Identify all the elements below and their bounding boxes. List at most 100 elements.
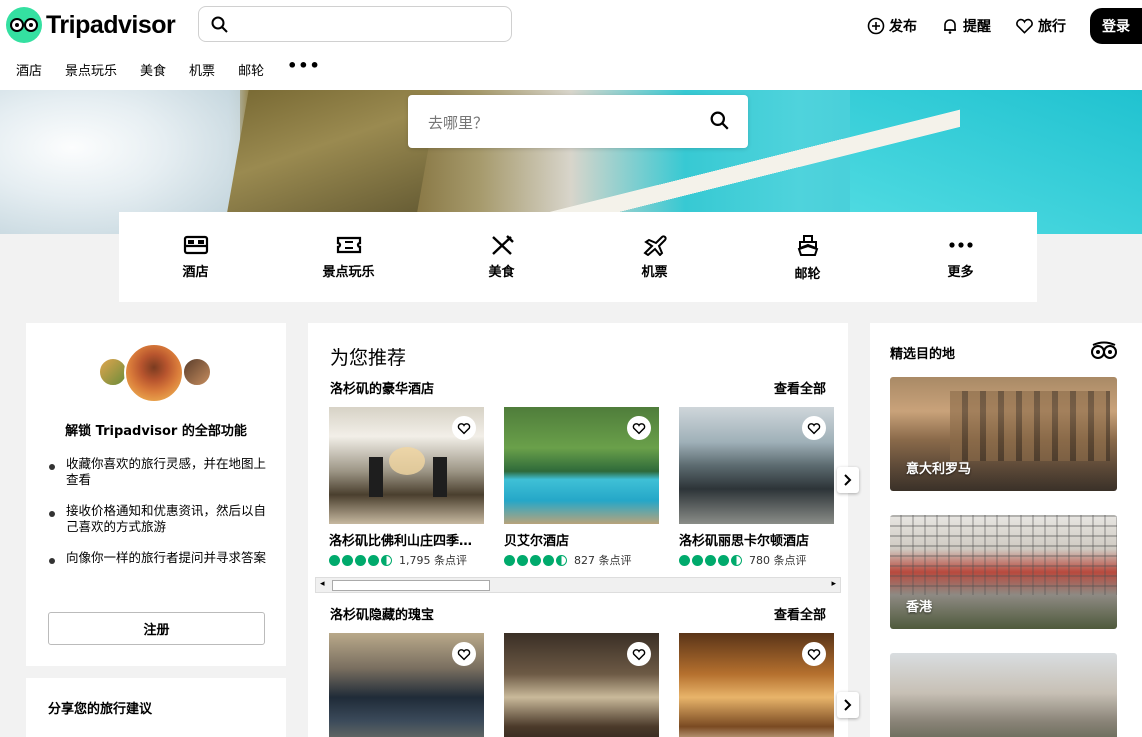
category-bar: 酒店 景点玩乐 美食 机票 邮轮 更多: [119, 212, 1037, 302]
destination-tile-rome[interactable]: 意大利罗马: [890, 377, 1117, 491]
post-label: 发布: [889, 19, 917, 35]
scroll-left-arrow[interactable]: ◂: [320, 579, 325, 589]
attraction-photo: [329, 633, 484, 737]
destination-tile-hongkong[interactable]: 香港: [890, 515, 1117, 629]
plus-circle-icon: [867, 17, 885, 35]
sub-navigation: 酒店 景点玩乐 美食 机票 邮轮 •••: [16, 56, 344, 79]
save-heart-button[interactable]: [802, 416, 826, 440]
category-flights[interactable]: 机票: [578, 212, 731, 302]
rating-bubbles: [679, 554, 744, 566]
hotel-name: 贝艾尔酒店: [504, 534, 570, 549]
subnav-attractions[interactable]: 景点玩乐: [65, 60, 117, 79]
chevron-right-icon: [844, 474, 852, 486]
unlock-title: 解锁 Tripadvisor 的全部功能: [65, 424, 247, 439]
bed-icon: [183, 235, 208, 255]
hotel-tile[interactable]: 洛杉矶丽思卡尔顿酒店 780 条点评: [679, 407, 834, 568]
traveler-avatars: [98, 343, 218, 403]
hotel-photo: [329, 407, 484, 524]
attraction-tile[interactable]: [504, 633, 659, 737]
tripadvisor-logo[interactable]: Tripadvisor: [6, 7, 176, 43]
owl-logo-icon: [6, 7, 42, 43]
hotel-photo: [679, 407, 834, 524]
see-all-link[interactable]: 查看全部: [774, 378, 826, 397]
fork-knife-icon: [491, 235, 514, 255]
hotel-tile[interactable]: 贝艾尔酒店 827 条点评: [504, 407, 659, 568]
recommendations-title: 为您推荐: [330, 347, 407, 369]
section-header: 洛杉矶的豪华酒店 查看全部: [330, 378, 826, 397]
subnav-more-icon[interactable]: •••: [287, 56, 321, 79]
scrollbar-thumb[interactable]: [332, 580, 490, 591]
review-count: 827 条点评: [574, 554, 632, 567]
share-title: 分享您的旅行建议: [48, 702, 153, 717]
alerts-label: 提醒: [963, 19, 991, 35]
subnav-flights[interactable]: 机票: [189, 60, 215, 79]
category-label: 邮轮: [794, 267, 821, 282]
feature-list: 收藏你喜欢的旅行灵感，并在地图上查看 接收价格通知和优惠资讯，然后以自己喜欢的方…: [48, 456, 268, 581]
feature-item: 收藏你喜欢的旅行灵感，并在地图上查看: [48, 456, 268, 488]
owl-icon: [1091, 341, 1117, 359]
category-cruises[interactable]: 邮轮: [731, 212, 884, 302]
heart-icon: [1016, 18, 1033, 34]
hotel-tile[interactable]: 洛杉矶比佛利山庄四季… 1,795 条点评: [329, 407, 484, 568]
feature-item: 向像你一样的旅行者提问并寻求答案: [48, 550, 268, 566]
signup-button[interactable]: 注册: [48, 612, 265, 645]
save-heart-button[interactable]: [452, 416, 476, 440]
attraction-tile[interactable]: [329, 633, 484, 737]
category-hotels[interactable]: 酒店: [119, 212, 272, 302]
save-heart-button[interactable]: [627, 416, 651, 440]
heart-icon: [807, 422, 821, 434]
rating-row: 827 条点评: [504, 552, 659, 568]
category-attractions[interactable]: 景点玩乐: [272, 212, 425, 302]
subnav-restaurants[interactable]: 美食: [140, 60, 166, 79]
save-heart-button[interactable]: [627, 642, 651, 666]
featured-destinations-card: 精选目的地 意大利罗马 香港: [870, 323, 1142, 737]
heart-icon: [807, 648, 821, 660]
alerts-button[interactable]: 提醒: [941, 16, 991, 36]
post-button[interactable]: 发布: [867, 16, 917, 36]
recommendations-card: 为您推荐 洛杉矶的豪华酒店 查看全部 洛杉矶比佛利山庄四季… 1,795 条点评…: [308, 323, 859, 737]
share-tips-card[interactable]: 分享您的旅行建议: [26, 678, 286, 737]
hotel-name: 洛杉矶丽思卡尔顿酒店: [679, 534, 810, 549]
top-header: Tripadvisor 发布 提醒 旅行 登录 酒店 景点玩乐 美食 机票 邮轮…: [0, 0, 1142, 90]
trips-button[interactable]: 旅行: [1015, 16, 1066, 36]
destination-tile[interactable]: [890, 653, 1117, 737]
heart-icon: [632, 648, 646, 660]
avatar: [182, 357, 212, 387]
save-heart-button[interactable]: [452, 642, 476, 666]
category-label: 景点玩乐: [322, 265, 375, 280]
destinations-title: 精选目的地: [890, 347, 956, 362]
destination-label: 香港: [906, 600, 933, 615]
attraction-tile[interactable]: [679, 633, 834, 737]
top-search-input[interactable]: [198, 6, 512, 42]
category-more[interactable]: 更多: [884, 212, 1037, 302]
subnav-hotels[interactable]: 酒店: [16, 60, 42, 79]
section-heading: 洛杉矶隐藏的瑰宝: [330, 608, 435, 623]
unlock-features-card: 解锁 Tripadvisor 的全部功能 收藏你喜欢的旅行灵感，并在地图上查看 …: [26, 323, 286, 666]
more-dots-icon: [948, 242, 973, 248]
category-restaurants[interactable]: 美食: [425, 212, 578, 302]
subnav-cruises[interactable]: 邮轮: [238, 60, 264, 79]
section-heading: 洛杉矶的豪华酒店: [330, 382, 435, 397]
avatar: [124, 343, 184, 403]
hotel-carousel: 洛杉矶比佛利山庄四季… 1,795 条点评 贝艾尔酒店 827 条点评 洛杉矶丽…: [329, 407, 854, 568]
review-count: 780 条点评: [749, 554, 807, 567]
heart-icon: [457, 422, 471, 434]
hero-search-input[interactable]: 去哪里？: [408, 95, 748, 148]
heart-icon: [632, 422, 646, 434]
logo-text: Tripadvisor: [46, 10, 176, 39]
carousel-next-button[interactable]: [837, 467, 859, 493]
carousel-next-button[interactable]: [837, 692, 859, 718]
section-header: 洛杉矶隐藏的瑰宝 查看全部: [330, 604, 826, 623]
rating-bubbles: [504, 554, 569, 566]
save-heart-button[interactable]: [802, 642, 826, 666]
login-button[interactable]: 登录: [1090, 8, 1142, 44]
rating-row: 1,795 条点评: [329, 552, 484, 568]
ship-icon: [797, 235, 818, 256]
ticket-icon: [336, 236, 361, 254]
hero-search-placeholder: 去哪里？: [428, 114, 489, 132]
see-all-link[interactable]: 查看全部: [774, 604, 826, 623]
gems-carousel: [329, 633, 854, 737]
rating-row: 780 条点评: [679, 552, 834, 568]
scroll-right-arrow[interactable]: ▸: [831, 579, 836, 589]
horizontal-scrollbar[interactable]: ◂ ▸: [315, 577, 841, 593]
